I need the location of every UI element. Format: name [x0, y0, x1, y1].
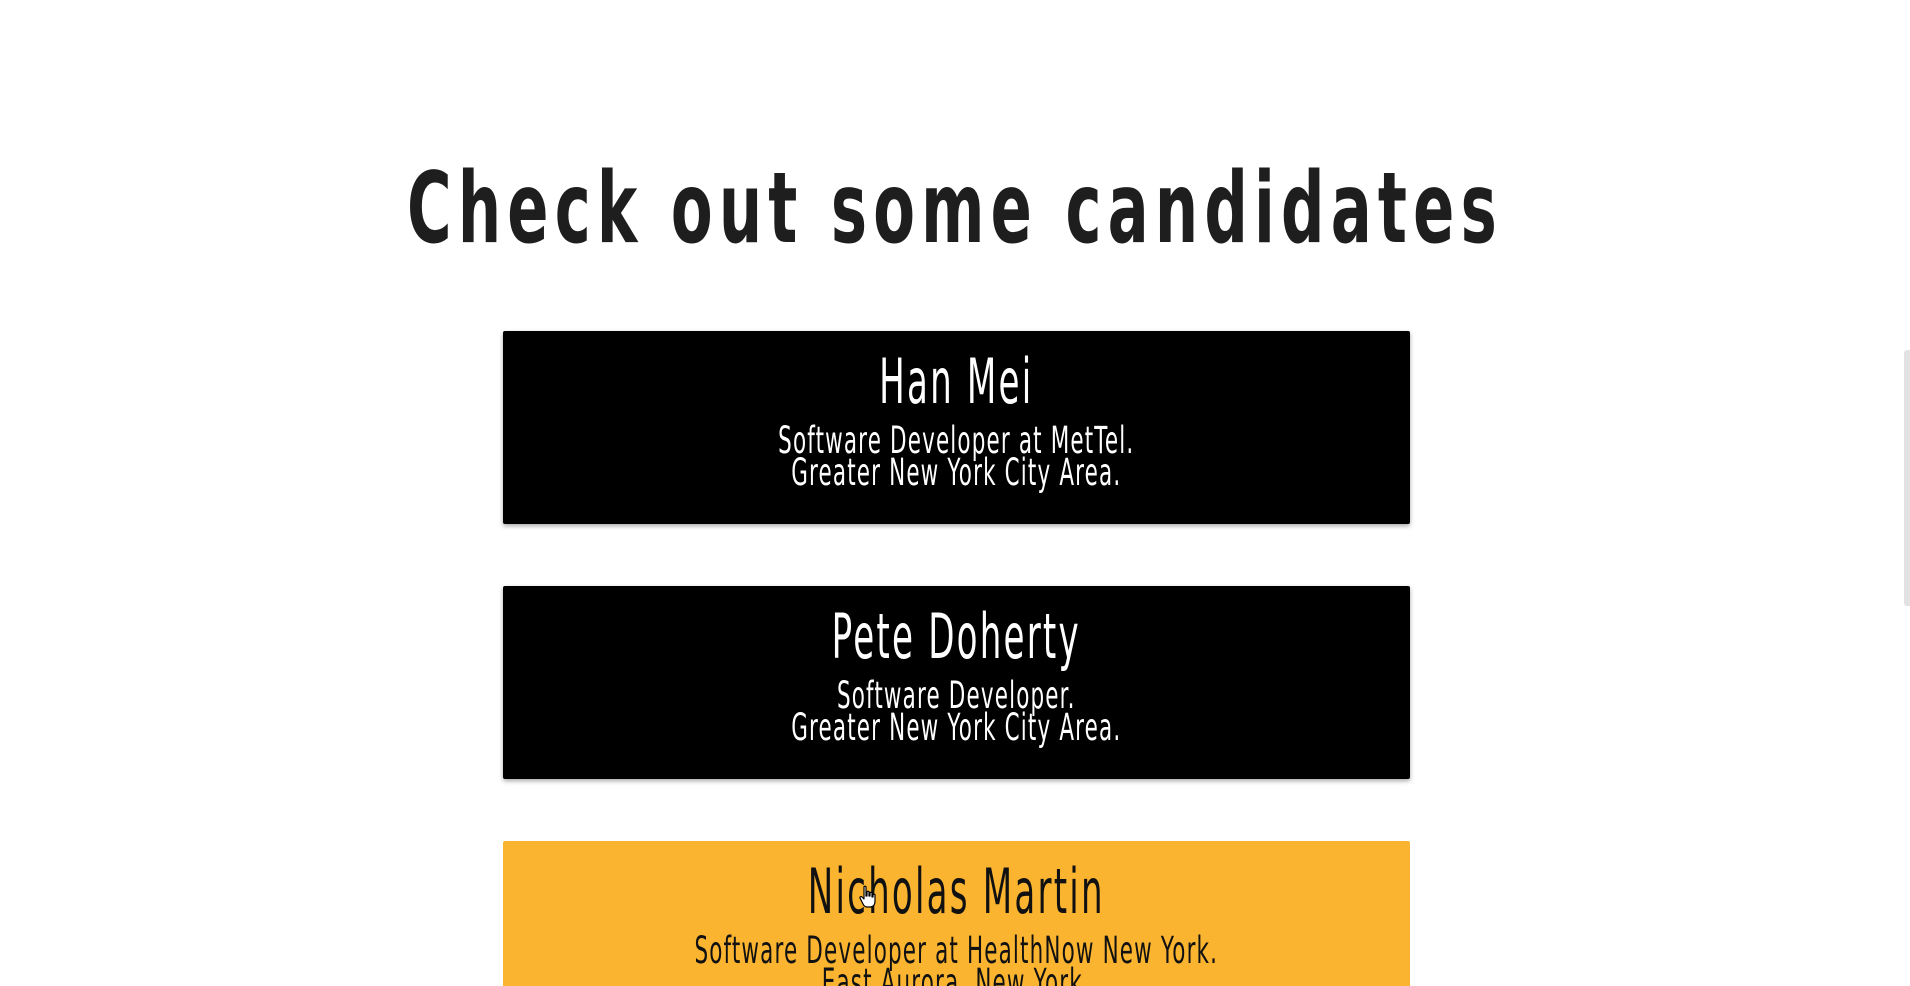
candidate-card-han-mei[interactable]: Han Mei Software Developer at MetTel. Gr…	[503, 331, 1410, 524]
candidate-name: Nicholas Martin	[807, 855, 1105, 928]
candidate-card-nicholas-martin[interactable]: Nicholas Martin Software Developer at He…	[503, 841, 1410, 986]
candidate-card-pete-doherty[interactable]: Pete Doherty Software Developer. Greater…	[503, 586, 1410, 779]
hand-pointer-icon	[859, 885, 876, 908]
scrollbar-thumb[interactable]	[1904, 350, 1910, 606]
page-title: Check out some candidates	[407, 152, 1503, 266]
candidate-location: East Aurora, New York.	[821, 961, 1091, 986]
candidates-page: Check out some candidates Han Mei Softwa…	[0, 0, 1910, 986]
candidate-location: Greater New York City Area.	[791, 451, 1122, 494]
candidate-name: Han Mei	[879, 345, 1034, 418]
candidate-location: Greater New York City Area.	[791, 706, 1122, 749]
candidate-name: Pete Doherty	[831, 600, 1081, 673]
